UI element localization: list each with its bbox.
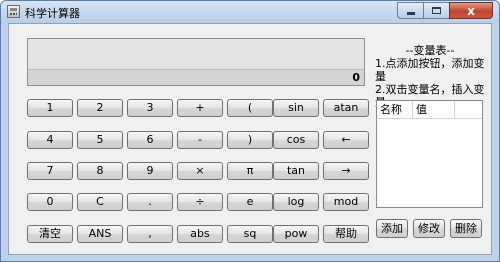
minimize-button[interactable] — [397, 2, 423, 19]
key-5[interactable]: 5 — [77, 131, 123, 149]
key-cursor-right[interactable]: → — [323, 162, 369, 180]
variable-list[interactable]: 名称 值 — [376, 100, 483, 208]
key-0[interactable]: 0 — [27, 193, 73, 211]
key-clear-all[interactable]: 清空 — [27, 225, 73, 243]
key-8[interactable]: 8 — [77, 162, 123, 180]
key-divide[interactable]: ÷ — [177, 193, 223, 211]
calculator-body: 0 --变量表-- 1.点添加按钮，添加变量 2.双击变量名，插入变量 1 2 … — [8, 23, 492, 255]
key-plus[interactable]: + — [177, 99, 223, 117]
key-1[interactable]: 1 — [27, 99, 73, 117]
key-ans[interactable]: ANS — [77, 225, 123, 243]
close-button[interactable]: x — [449, 2, 493, 19]
key-minus[interactable]: - — [177, 131, 223, 149]
key-9[interactable]: 9 — [127, 162, 173, 180]
key-clear-entry[interactable]: C — [77, 193, 123, 211]
variable-hint-add: 1.点添加按钮，添加变量 — [375, 57, 485, 83]
maximize-icon — [432, 7, 441, 14]
calculator-window: 科学计算器 x 0 --变量表-- 1.点添加按钮，添加变量 2.双击变量名，插… — [0, 0, 500, 262]
key-backspace[interactable]: ← — [323, 131, 369, 149]
key-comma[interactable]: , — [127, 225, 173, 243]
close-icon: x — [467, 3, 475, 18]
key-e[interactable]: e — [227, 193, 273, 211]
key-cos[interactable]: cos — [273, 131, 319, 149]
result-output: 0 — [28, 69, 364, 85]
key-mod[interactable]: mod — [323, 193, 369, 211]
maximize-button[interactable] — [423, 2, 449, 19]
calculator-display[interactable]: 0 — [27, 38, 365, 86]
window-title: 科学计算器 — [25, 7, 80, 20]
add-variable-button[interactable]: 添加 — [376, 219, 408, 238]
key-log[interactable]: log — [273, 193, 319, 211]
key-multiply[interactable]: × — [177, 162, 223, 180]
variable-table-heading: --变量表-- — [405, 44, 455, 57]
key-atan[interactable]: atan — [323, 99, 369, 117]
column-header-name[interactable]: 名称 — [377, 101, 413, 118]
key-7[interactable]: 7 — [27, 162, 73, 180]
key-tan[interactable]: tan — [273, 162, 319, 180]
expression-input[interactable] — [28, 39, 364, 69]
delete-variable-button[interactable]: 删除 — [450, 219, 482, 238]
key-decimal[interactable]: . — [127, 193, 173, 211]
key-4[interactable]: 4 — [27, 131, 73, 149]
key-abs[interactable]: abs — [177, 225, 223, 243]
key-6[interactable]: 6 — [127, 131, 173, 149]
edit-variable-button[interactable]: 修改 — [413, 219, 445, 238]
key-pow[interactable]: pow — [273, 225, 319, 243]
key-pi[interactable]: π — [227, 162, 273, 180]
calculator-app-icon — [7, 5, 20, 18]
window-controls: x — [397, 2, 493, 20]
key-2[interactable]: 2 — [77, 99, 123, 117]
key-open-paren[interactable]: ( — [227, 99, 273, 117]
column-header-value[interactable]: 值 — [413, 101, 455, 118]
variable-list-header: 名称 值 — [377, 101, 482, 119]
title-bar[interactable]: 科学计算器 x — [1, 1, 499, 23]
key-sin[interactable]: sin — [273, 99, 319, 117]
column-header-filler — [455, 101, 482, 118]
key-close-paren[interactable]: ) — [227, 131, 273, 149]
key-3[interactable]: 3 — [127, 99, 173, 117]
minimize-icon — [406, 12, 415, 15]
key-sq[interactable]: sq — [227, 225, 273, 243]
key-help[interactable]: 帮助 — [323, 225, 369, 243]
